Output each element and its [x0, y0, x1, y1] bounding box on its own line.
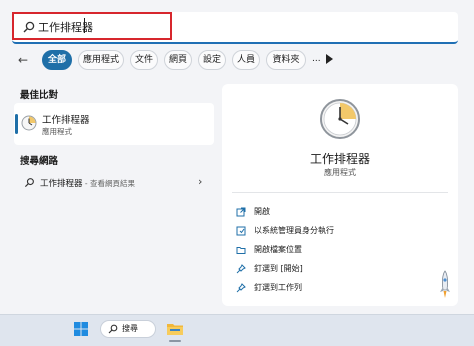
tab-folders[interactable]: 資料夾 [266, 50, 306, 70]
back-arrow-icon[interactable]: ← [18, 53, 32, 67]
action-pin-to-start[interactable]: 釘選到 [開始] [236, 263, 303, 277]
details-title: 工作排程器 [309, 152, 370, 166]
selection-indicator [15, 114, 18, 134]
details-type: 應用程式 [324, 168, 356, 177]
open-external-icon [236, 207, 246, 216]
tab-documents[interactable]: 文件 [130, 50, 158, 70]
task-scheduler-icon [21, 115, 37, 131]
action-open-file-location[interactable]: 開啟檔案位置 [236, 244, 302, 258]
admin-shield-icon [236, 226, 246, 235]
pin-icon [236, 282, 246, 292]
action-open[interactable]: 開啟 [236, 206, 270, 220]
action-open-file-location-label: 開啟檔案位置 [254, 245, 302, 254]
best-match-type: 應用程式 [42, 127, 72, 136]
windows-start-icon[interactable] [74, 322, 88, 336]
taskbar-search-icon [108, 324, 118, 334]
task-scheduler-large-icon [320, 99, 360, 139]
tab-all[interactable]: 全部 [42, 50, 72, 70]
rocket-icon [440, 270, 450, 298]
taskbar-search-label: 搜尋 [122, 324, 138, 333]
chevron-right-icon[interactable]: › [198, 175, 202, 188]
tab-people[interactable]: 人員 [232, 50, 260, 70]
action-run-as-admin[interactable]: 以系統管理員身分執行 [236, 225, 334, 239]
tab-settings[interactable]: 設定 [198, 50, 226, 70]
best-match-name: 工作排程器 [42, 115, 90, 126]
action-pin-to-taskbar-label: 釘選到工作列 [254, 283, 302, 292]
tab-web[interactable]: 網頁 [164, 50, 192, 70]
action-pin-to-start-label: 釘選到 [開始] [254, 264, 303, 273]
taskbar [0, 314, 474, 346]
action-run-as-admin-label: 以系統管理員身分執行 [254, 226, 334, 235]
scroll-right-icon[interactable] [326, 54, 333, 64]
web-search-hint: - 查看網頁結果 [82, 179, 135, 188]
action-pin-to-taskbar[interactable]: 釘選到工作列 [236, 282, 302, 296]
pin-icon [236, 263, 246, 273]
tab-apps[interactable]: 應用程式 [78, 50, 124, 70]
web-search-icon [24, 178, 34, 188]
web-search-text: 工作排程器 - 查看網頁結果 [40, 177, 135, 189]
folder-icon [236, 246, 246, 254]
file-explorer-icon[interactable] [166, 321, 184, 337]
search-highlight-box [12, 12, 172, 40]
running-app-indicator [169, 340, 181, 342]
details-divider [232, 192, 448, 193]
tab-more[interactable]: ... [312, 50, 321, 70]
web-search-heading: 搜尋網路 [20, 156, 59, 167]
best-match-heading: 最佳比對 [20, 90, 59, 101]
action-open-label: 開啟 [254, 207, 270, 216]
web-search-query: 工作排程器 [40, 179, 83, 189]
